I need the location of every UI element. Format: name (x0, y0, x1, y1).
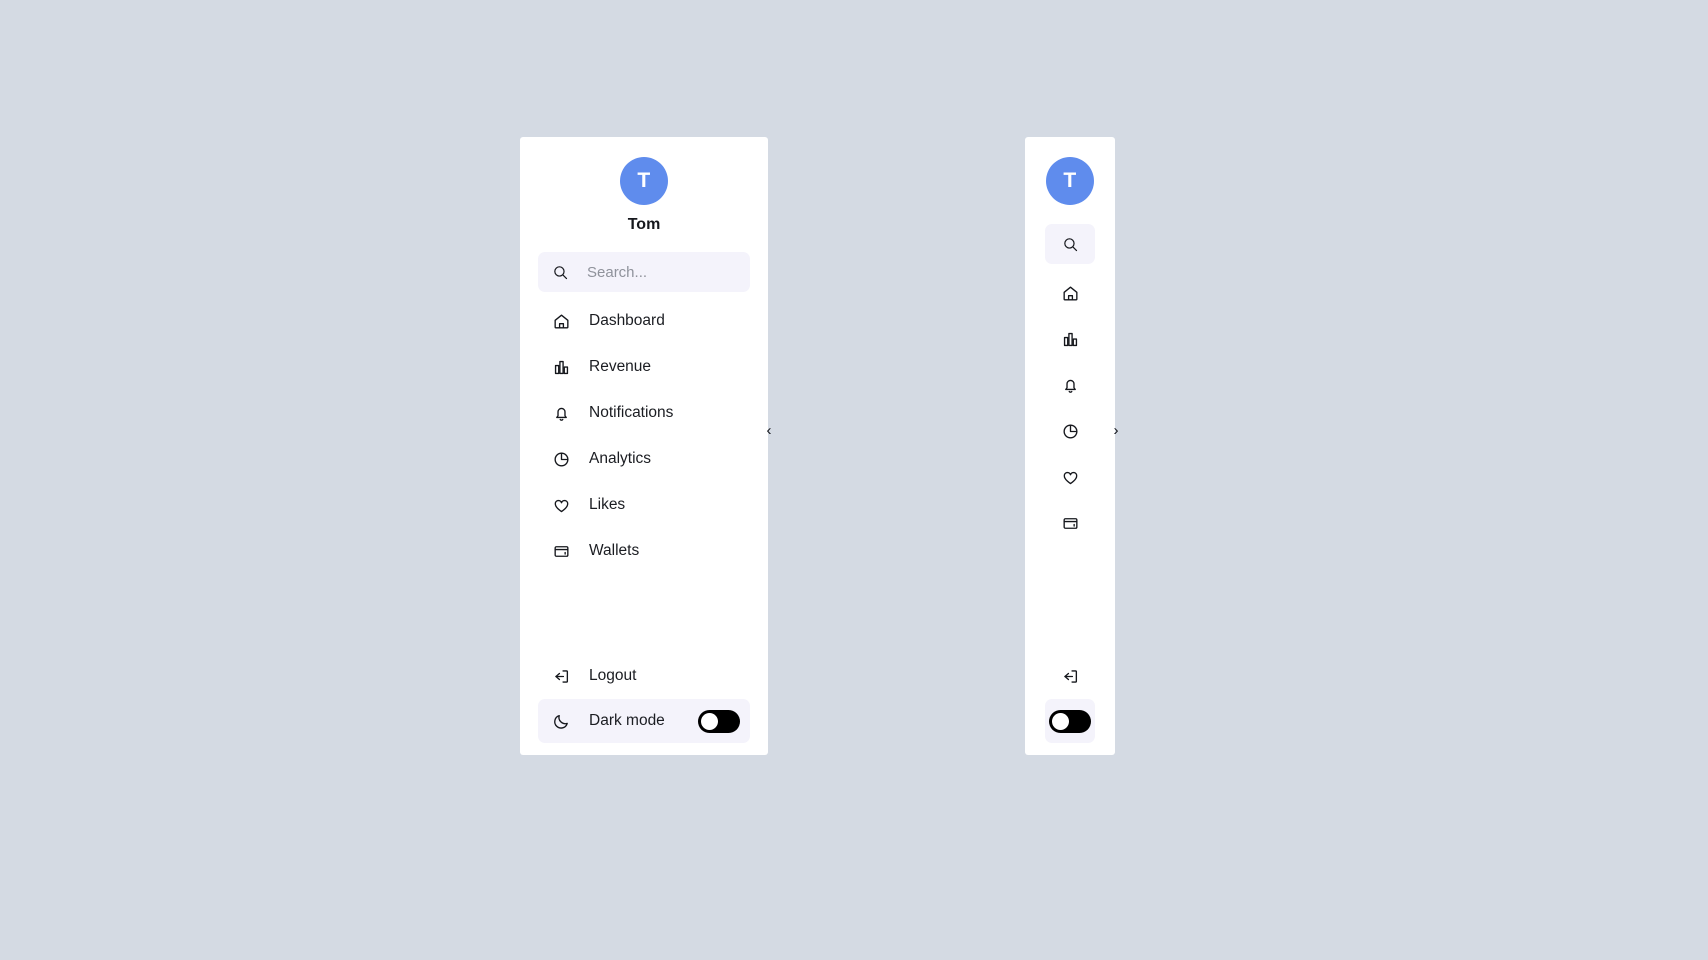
wallet-icon (552, 542, 571, 561)
logout-icon (552, 667, 571, 686)
pie-chart-icon (552, 450, 571, 469)
sidebar-collapsed: T (1025, 137, 1115, 755)
bell-icon (1061, 376, 1080, 395)
search-button-collapsed[interactable] (1045, 224, 1095, 264)
search-icon (1062, 236, 1079, 253)
bar-chart-icon (1061, 330, 1080, 349)
toggle-knob (1052, 712, 1069, 730)
toggle-knob (701, 712, 718, 730)
search-icon (552, 264, 569, 281)
sidebar-item-label: Revenue (589, 358, 652, 376)
sidebar-item-dashboard[interactable]: Dashboard (538, 298, 750, 344)
sidebar-item-wallets[interactable] (1045, 500, 1095, 546)
logout-button[interactable]: Logout (538, 653, 750, 699)
sidebar-item-analytics[interactable] (1045, 408, 1095, 454)
wallet-icon (1061, 514, 1080, 533)
dark-mode-label: Dark mode (589, 712, 665, 730)
sidebar-item-label: Wallets (589, 542, 640, 560)
sidebar-item-label: Dashboard (589, 312, 665, 330)
dark-mode-toggle[interactable] (698, 709, 740, 733)
pie-chart-icon (1061, 422, 1080, 441)
heart-icon (1061, 468, 1080, 487)
sidebar-item-analytics[interactable]: Analytics (538, 436, 750, 482)
avatar[interactable]: T (1046, 157, 1094, 205)
bar-chart-icon (552, 358, 571, 377)
search-box[interactable] (538, 252, 750, 292)
sidebar-item-notifications[interactable] (1045, 362, 1095, 408)
sidebar-item-label: Notifications (589, 404, 674, 422)
sidebar-item-dashboard[interactable] (1045, 270, 1095, 316)
sidebar-expand-handle[interactable]: › (1107, 417, 1125, 443)
profile-block-collapsed: T (1046, 137, 1094, 205)
dark-mode-row-collapsed[interactable] (1045, 699, 1095, 743)
sidebar-collapse-handle[interactable]: ‹ (760, 417, 778, 443)
logout-icon (1061, 667, 1080, 686)
nav-list: Dashboard Revenue Notifications Analytic… (538, 298, 750, 574)
profile-name: Tom (627, 216, 661, 233)
sidebar-item-likes[interactable] (1045, 454, 1095, 500)
nav-list-collapsed (1045, 270, 1095, 546)
sidebar-expanded: T Tom Dashboard (520, 137, 768, 755)
sidebar-item-notifications[interactable]: Notifications (538, 390, 750, 436)
dark-mode-row[interactable]: Dark mode (538, 699, 750, 743)
home-icon (1061, 284, 1080, 303)
profile-block: T Tom (538, 137, 750, 233)
sidebar-item-revenue[interactable]: Revenue (538, 344, 750, 390)
sidebar-item-label: Analytics (589, 450, 652, 468)
bell-icon (552, 404, 571, 423)
sidebar-item-likes[interactable]: Likes (538, 482, 750, 528)
sidebar-item-label: Likes (589, 496, 626, 514)
search-input[interactable] (587, 263, 727, 281)
dark-mode-toggle[interactable] (1049, 709, 1091, 733)
home-icon (552, 312, 571, 331)
logout-label: Logout (589, 667, 637, 685)
avatar[interactable]: T (620, 157, 668, 205)
logout-button[interactable] (1045, 653, 1095, 699)
heart-icon (552, 496, 571, 515)
moon-icon (552, 712, 571, 731)
sidebar-item-wallets[interactable]: Wallets (538, 528, 750, 574)
sidebar-item-revenue[interactable] (1045, 316, 1095, 362)
